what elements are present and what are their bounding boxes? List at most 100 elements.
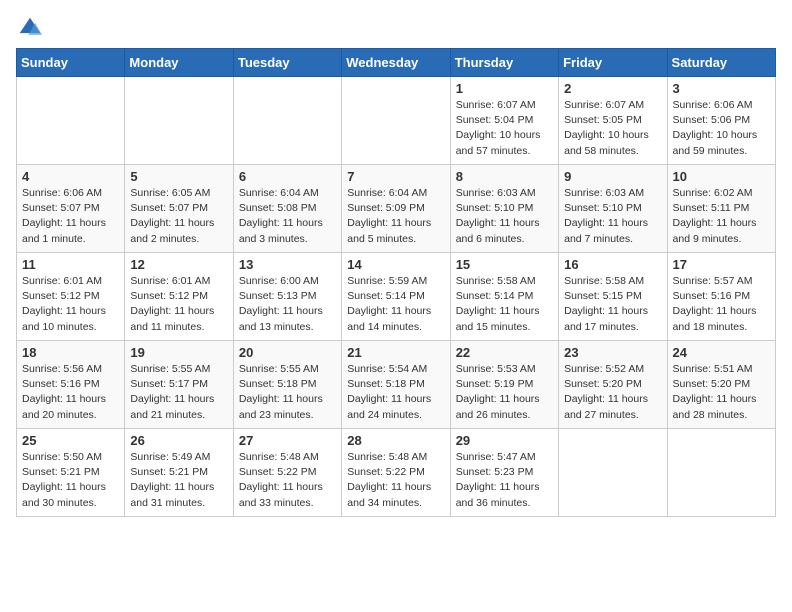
calendar-cell: 10 Sunrise: 6:02 AM Sunset: 5:11 PM Dayli… [667, 165, 775, 253]
calendar-cell: 26 Sunrise: 5:49 AM Sunset: 5:21 PM Dayli… [125, 429, 233, 517]
day-info: Sunrise: 5:48 AM Sunset: 5:22 PM Dayligh… [239, 450, 336, 511]
calendar: SundayMondayTuesdayWednesdayThursdayFrid… [16, 48, 776, 517]
calendar-cell: 22 Sunrise: 5:53 AM Sunset: 5:19 PM Dayli… [450, 341, 558, 429]
calendar-cell: 8Sunrise: 6:03 AM Sunset: 5:10 PM Daylig… [450, 165, 558, 253]
calendar-cell: 27 Sunrise: 5:48 AM Sunset: 5:22 PM Dayli… [233, 429, 341, 517]
day-info: Sunrise: 5:53 AM Sunset: 5:19 PM Dayligh… [456, 362, 553, 423]
day-info: Sunrise: 5:48 AM Sunset: 5:22 PM Dayligh… [347, 450, 444, 511]
weekday-header-monday: Monday [125, 49, 233, 77]
day-info: Sunrise: 5:49 AM Sunset: 5:21 PM Dayligh… [130, 450, 227, 511]
weekday-header-tuesday: Tuesday [233, 49, 341, 77]
day-info: Sunrise: 6:01 AM Sunset: 5:12 PM Dayligh… [130, 274, 227, 335]
calendar-cell [342, 77, 450, 165]
day-info: Sunrise: 5:54 AM Sunset: 5:18 PM Dayligh… [347, 362, 444, 423]
day-number: 26 [130, 433, 227, 448]
weekday-header-wednesday: Wednesday [342, 49, 450, 77]
day-info: Sunrise: 6:01 AM Sunset: 5:12 PM Dayligh… [22, 274, 119, 335]
day-info: Sunrise: 5:47 AM Sunset: 5:23 PM Dayligh… [456, 450, 553, 511]
calendar-cell [17, 77, 125, 165]
day-info: Sunrise: 6:06 AM Sunset: 5:07 PM Dayligh… [22, 186, 119, 247]
day-number: 5 [130, 169, 227, 184]
day-info: Sunrise: 6:03 AM Sunset: 5:10 PM Dayligh… [564, 186, 661, 247]
calendar-cell: 6 Sunrise: 6:04 AM Sunset: 5:08 PM Daylig… [233, 165, 341, 253]
day-number: 11 [22, 257, 119, 272]
calendar-week-row: 18 Sunrise: 5:56 AM Sunset: 5:16 PM Dayli… [17, 341, 776, 429]
calendar-cell: 15 Sunrise: 5:58 AM Sunset: 5:14 PM Dayli… [450, 253, 558, 341]
day-info: Sunrise: 5:57 AM Sunset: 5:16 PM Dayligh… [673, 274, 770, 335]
day-info: Sunrise: 5:58 AM Sunset: 5:15 PM Dayligh… [564, 274, 661, 335]
day-number: 23 [564, 345, 661, 360]
calendar-cell: 18 Sunrise: 5:56 AM Sunset: 5:16 PM Dayli… [17, 341, 125, 429]
calendar-week-row: 4 Sunrise: 6:06 AM Sunset: 5:07 PM Daylig… [17, 165, 776, 253]
calendar-cell: 29 Sunrise: 5:47 AM Sunset: 5:23 PM Dayli… [450, 429, 558, 517]
day-number: 27 [239, 433, 336, 448]
weekday-header-friday: Friday [559, 49, 667, 77]
weekday-header-row: SundayMondayTuesdayWednesdayThursdayFrid… [17, 49, 776, 77]
calendar-cell [667, 429, 775, 517]
calendar-cell: 17Sunrise: 5:57 AM Sunset: 5:16 PM Dayli… [667, 253, 775, 341]
day-info: Sunrise: 5:55 AM Sunset: 5:17 PM Dayligh… [130, 362, 227, 423]
day-info: Sunrise: 6:05 AM Sunset: 5:07 PM Dayligh… [130, 186, 227, 247]
day-number: 2 [564, 81, 661, 96]
calendar-week-row: 1 Sunrise: 6:07 AM Sunset: 5:04 PM Daylig… [17, 77, 776, 165]
day-number: 8 [456, 169, 553, 184]
calendar-cell: 11 Sunrise: 6:01 AM Sunset: 5:12 PM Dayli… [17, 253, 125, 341]
calendar-cell: 16 Sunrise: 5:58 AM Sunset: 5:15 PM Dayli… [559, 253, 667, 341]
calendar-cell [559, 429, 667, 517]
day-number: 13 [239, 257, 336, 272]
day-number: 22 [456, 345, 553, 360]
day-info: Sunrise: 5:55 AM Sunset: 5:18 PM Dayligh… [239, 362, 336, 423]
weekday-header-sunday: Sunday [17, 49, 125, 77]
day-number: 21 [347, 345, 444, 360]
day-info: Sunrise: 6:04 AM Sunset: 5:09 PM Dayligh… [347, 186, 444, 247]
calendar-cell: 12 Sunrise: 6:01 AM Sunset: 5:12 PM Dayli… [125, 253, 233, 341]
day-number: 14 [347, 257, 444, 272]
calendar-cell: 28Sunrise: 5:48 AM Sunset: 5:22 PM Dayli… [342, 429, 450, 517]
day-number: 1 [456, 81, 553, 96]
logo [16, 16, 42, 40]
day-number: 29 [456, 433, 553, 448]
calendar-cell: 1 Sunrise: 6:07 AM Sunset: 5:04 PM Daylig… [450, 77, 558, 165]
day-number: 19 [130, 345, 227, 360]
day-info: Sunrise: 6:04 AM Sunset: 5:08 PM Dayligh… [239, 186, 336, 247]
calendar-cell: 2 Sunrise: 6:07 AM Sunset: 5:05 PM Daylig… [559, 77, 667, 165]
weekday-header-saturday: Saturday [667, 49, 775, 77]
calendar-cell: 4 Sunrise: 6:06 AM Sunset: 5:07 PM Daylig… [17, 165, 125, 253]
calendar-cell [233, 77, 341, 165]
calendar-week-row: 25 Sunrise: 5:50 AM Sunset: 5:21 PM Dayli… [17, 429, 776, 517]
day-number: 10 [673, 169, 770, 184]
day-number: 9 [564, 169, 661, 184]
calendar-cell: 21 Sunrise: 5:54 AM Sunset: 5:18 PM Dayli… [342, 341, 450, 429]
day-number: 4 [22, 169, 119, 184]
day-number: 25 [22, 433, 119, 448]
day-info: Sunrise: 5:58 AM Sunset: 5:14 PM Dayligh… [456, 274, 553, 335]
day-number: 20 [239, 345, 336, 360]
day-number: 16 [564, 257, 661, 272]
day-info: Sunrise: 5:50 AM Sunset: 5:21 PM Dayligh… [22, 450, 119, 511]
calendar-cell: 13Sunrise: 6:00 AM Sunset: 5:13 PM Dayli… [233, 253, 341, 341]
calendar-cell: 23 Sunrise: 5:52 AM Sunset: 5:20 PM Dayli… [559, 341, 667, 429]
day-info: Sunrise: 5:56 AM Sunset: 5:16 PM Dayligh… [22, 362, 119, 423]
day-info: Sunrise: 5:51 AM Sunset: 5:20 PM Dayligh… [673, 362, 770, 423]
day-info: Sunrise: 6:07 AM Sunset: 5:05 PM Dayligh… [564, 98, 661, 159]
day-number: 3 [673, 81, 770, 96]
day-info: Sunrise: 5:52 AM Sunset: 5:20 PM Dayligh… [564, 362, 661, 423]
calendar-cell [125, 77, 233, 165]
day-info: Sunrise: 6:06 AM Sunset: 5:06 PM Dayligh… [673, 98, 770, 159]
day-info: Sunrise: 5:59 AM Sunset: 5:14 PM Dayligh… [347, 274, 444, 335]
calendar-cell: 3 Sunrise: 6:06 AM Sunset: 5:06 PM Daylig… [667, 77, 775, 165]
day-number: 18 [22, 345, 119, 360]
page-header [16, 16, 776, 40]
day-number: 15 [456, 257, 553, 272]
calendar-cell: 9 Sunrise: 6:03 AM Sunset: 5:10 PM Daylig… [559, 165, 667, 253]
day-info: Sunrise: 6:02 AM Sunset: 5:11 PM Dayligh… [673, 186, 770, 247]
day-number: 24 [673, 345, 770, 360]
calendar-cell: 25 Sunrise: 5:50 AM Sunset: 5:21 PM Dayli… [17, 429, 125, 517]
weekday-header-thursday: Thursday [450, 49, 558, 77]
day-number: 12 [130, 257, 227, 272]
calendar-cell: 7 Sunrise: 6:04 AM Sunset: 5:09 PM Daylig… [342, 165, 450, 253]
day-number: 6 [239, 169, 336, 184]
day-number: 7 [347, 169, 444, 184]
day-info: Sunrise: 6:07 AM Sunset: 5:04 PM Dayligh… [456, 98, 553, 159]
calendar-cell: 24 Sunrise: 5:51 AM Sunset: 5:20 PM Dayli… [667, 341, 775, 429]
